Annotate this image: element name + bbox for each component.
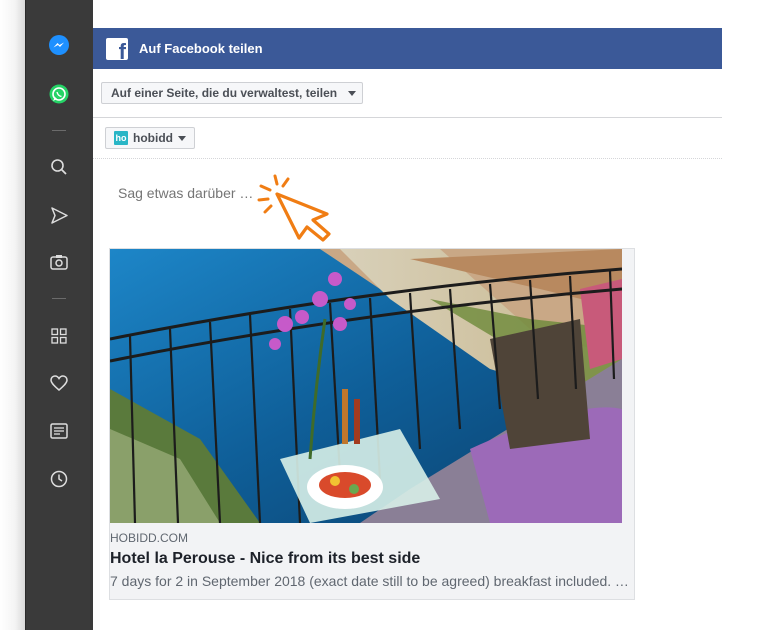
- messenger-icon[interactable]: [48, 34, 70, 56]
- link-domain: HOBIDD.COM: [110, 531, 188, 545]
- link-preview-body: HOBIDD.COM Hotel la Perouse - Nice from …: [110, 523, 634, 589]
- search-icon[interactable]: [48, 156, 70, 178]
- window-edge-shadow: [0, 0, 25, 630]
- sidebar-divider: [52, 298, 66, 299]
- page-selector-dropdown[interactable]: ho hobidd: [105, 127, 195, 149]
- share-target-dropdown[interactable]: Auf einer Seite, die du verwaltest, teil…: [101, 82, 363, 104]
- share-target-row: Auf einer Seite, die du verwaltest, teil…: [93, 69, 722, 118]
- page-name: hobidd: [133, 131, 173, 145]
- link-preview-card[interactable]: HOBIDD.COM Hotel la Perouse - Nice from …: [109, 248, 635, 600]
- whatsapp-icon[interactable]: [48, 83, 70, 105]
- link-description: 7 days for 2 in September 2018 (exact da…: [110, 573, 630, 589]
- clock-icon[interactable]: [48, 468, 70, 490]
- link-title[interactable]: Hotel la Perouse - Nice from its best si…: [110, 550, 634, 568]
- facebook-logo-icon: f: [106, 37, 128, 60]
- share-target-label: Auf einer Seite, die du verwaltest, teil…: [111, 86, 338, 100]
- chevron-down-icon: [348, 90, 357, 96]
- camera-icon[interactable]: [48, 251, 70, 273]
- hotel-balcony-image: [110, 249, 622, 523]
- heart-icon[interactable]: [48, 372, 70, 394]
- dialog-header: f Auf Facebook teilen: [93, 28, 722, 69]
- news-icon[interactable]: [48, 420, 70, 442]
- app-sidebar: [25, 0, 93, 630]
- compose-input[interactable]: [118, 185, 258, 201]
- chevron-down-icon: [177, 135, 186, 141]
- page-avatar: ho: [114, 131, 128, 145]
- dialog-title: Auf Facebook teilen: [139, 41, 263, 56]
- grid-icon[interactable]: [48, 325, 70, 347]
- page-selector-row: ho hobidd: [93, 118, 722, 159]
- sidebar-divider: [52, 130, 66, 131]
- send-icon[interactable]: [48, 204, 70, 226]
